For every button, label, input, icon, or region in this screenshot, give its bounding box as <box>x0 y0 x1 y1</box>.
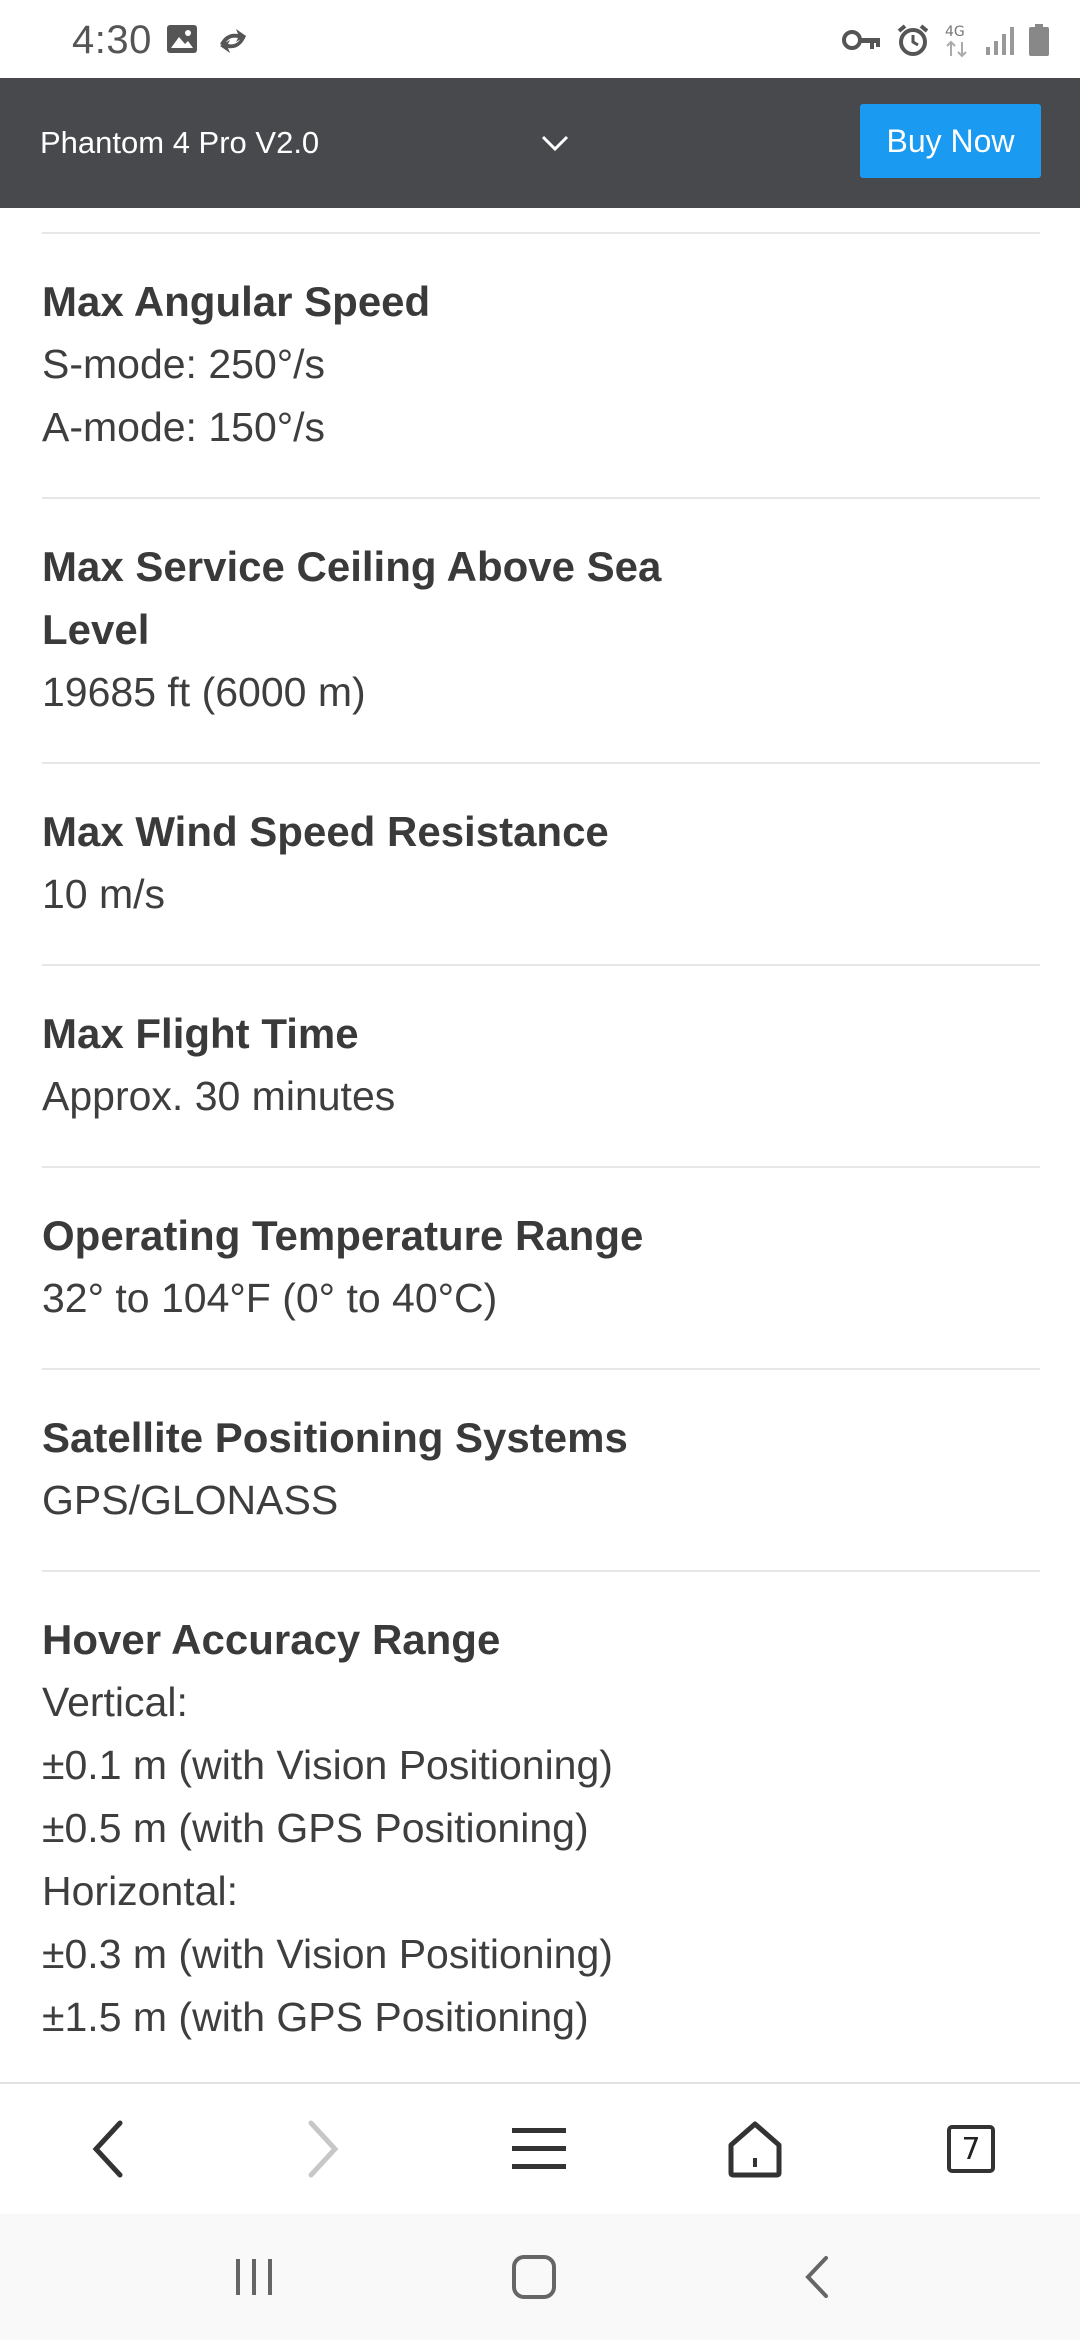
recents-button[interactable] <box>194 2214 314 2340</box>
system-back-icon <box>805 2256 828 2298</box>
sync-icon <box>220 29 246 53</box>
spec-title: Max Wind Speed Resistance <box>42 808 609 855</box>
chevron-down-icon <box>541 135 569 152</box>
forward-icon <box>308 2120 339 2178</box>
network-4g-icon: 4G <box>945 24 967 58</box>
spec-item-max-wind-speed-resistance: Max Wind Speed Resistance 10 m/s <box>42 764 1040 966</box>
battery-icon <box>1029 24 1049 56</box>
product-header: Phantom 4 Pro V2.0 Buy Now <box>0 78 1080 208</box>
back-icon <box>92 2120 123 2178</box>
spec-title: Satellite Positioning Systems <box>42 1414 628 1461</box>
product-selector-dropdown[interactable]: Phantom 4 Pro V2.0 <box>40 78 570 208</box>
spec-item-max-angular-speed: Max Angular Speed S-mode: 250°/s A-mode:… <box>42 234 1040 499</box>
signal-icon <box>986 27 1014 55</box>
spec-value: Vertical: ±0.1 m (with Vision Positionin… <box>42 1679 613 2040</box>
product-name: Phantom 4 Pro V2.0 <box>40 125 320 160</box>
image-icon <box>167 25 197 53</box>
spec-item-satellite-positioning-systems: Satellite Positioning Systems GPS/GLONAS… <box>42 1370 1040 1572</box>
spec-value: 19685 ft (6000 m) <box>42 669 366 715</box>
spec-value: 10 m/s <box>42 871 166 917</box>
buy-now-button[interactable]: Buy Now <box>860 104 1041 178</box>
spec-title: Max Service Ceiling Above Sea Level <box>42 543 662 653</box>
specs-list: Max Angular Speed S-mode: 250°/s A-mode:… <box>42 232 1040 2089</box>
status-bar: 4:30 4G <box>0 0 1080 78</box>
spec-value: Approx. 30 minutes <box>42 1073 396 1119</box>
status-time: 4:30 <box>72 18 152 62</box>
vpn-key-icon <box>842 30 880 50</box>
spec-value: 32° to 104°F (0° to 40°C) <box>42 1275 498 1321</box>
spec-title: Max Angular Speed <box>42 278 431 325</box>
spec-value: S-mode: 250°/s A-mode: 150°/s <box>42 341 326 450</box>
spec-item-operating-temperature-range: Operating Temperature Range 32° to 104°F… <box>42 1168 1040 1370</box>
forward-button[interactable] <box>263 2084 383 2214</box>
spec-value: GPS/GLONASS <box>42 1477 339 1523</box>
back-button[interactable] <box>48 2084 168 2214</box>
spec-item-max-service-ceiling: Max Service Ceiling Above Sea Level 1968… <box>42 499 1040 764</box>
svg-text:4G: 4G <box>945 24 965 40</box>
alarm-icon <box>897 24 929 56</box>
menu-button[interactable] <box>479 2084 599 2214</box>
spec-title: Operating Temperature Range <box>42 1212 644 1259</box>
spec-title: Max Flight Time <box>42 1010 359 1057</box>
system-back-button[interactable] <box>757 2214 877 2340</box>
menu-icon <box>512 2128 566 2169</box>
recents-icon <box>236 2259 272 2295</box>
home-icon <box>728 2121 782 2178</box>
system-home-button[interactable] <box>474 2214 594 2340</box>
tabs-icon: 7 <box>947 2125 995 2173</box>
spec-item-max-flight-time: Max Flight Time Approx. 30 minutes <box>42 966 1040 1168</box>
system-navigation-bar <box>0 2214 1080 2340</box>
spec-title: Hover Accuracy Range <box>42 1616 501 1663</box>
home-button[interactable] <box>695 2084 815 2214</box>
spec-item-hover-accuracy-range: Hover Accuracy Range Vertical: ±0.1 m (w… <box>42 1572 1040 2089</box>
browser-toolbar: 7 <box>0 2082 1080 2214</box>
home-button-icon <box>512 2255 556 2299</box>
tabs-button[interactable]: 7 <box>911 2084 1031 2214</box>
